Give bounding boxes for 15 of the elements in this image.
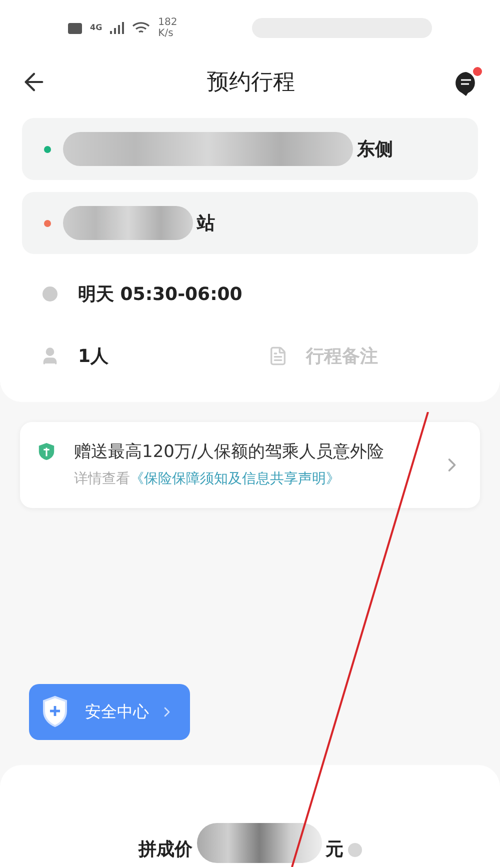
price-label: 拼成价 [138,838,192,862]
address-field[interactable]: 东侧 [22,118,478,180]
insurance-title: 赠送最高120万/人保额的驾乘人员意外险 [74,441,386,464]
speed-unit: K/s [158,28,174,39]
price-unit: 元 [326,838,344,862]
insurance-card[interactable]: 赠送最高120万/人保额的驾乘人员意外险 详情查看《保险保障须知及信息共享声明》 [20,422,480,508]
address-text: 东侧 [357,138,393,162]
network-speed: 182 [158,17,178,28]
network-type: 4G [90,22,102,34]
address-field[interactable]: 站 [22,192,478,254]
page-title: 预约行程 [206,68,296,96]
departure-time[interactable]: 明天 05:30-06:00 [78,280,242,308]
passenger-count[interactable]: 1人 [78,342,109,370]
address-text: 站 [197,212,215,236]
details-label: 详情查看 [74,470,130,489]
